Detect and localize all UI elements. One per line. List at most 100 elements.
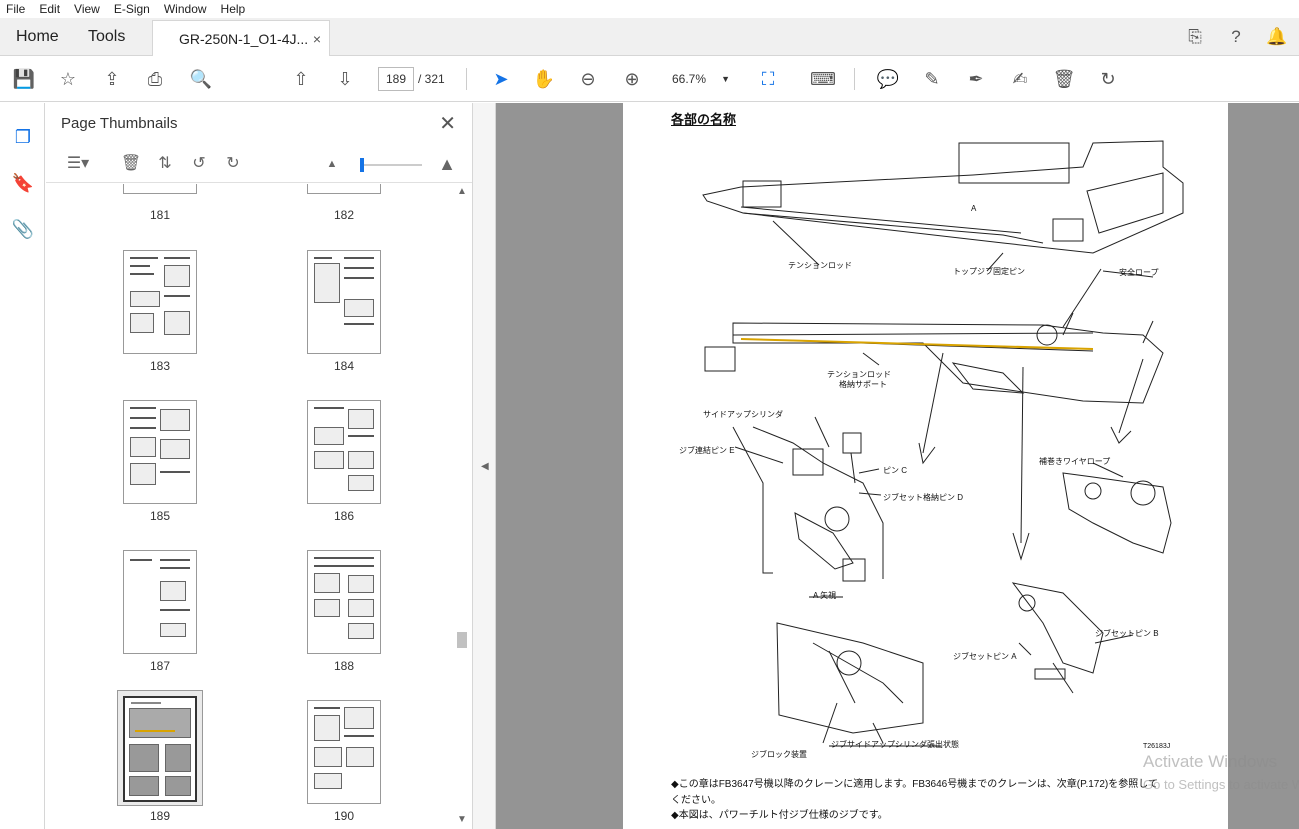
highlight-pen-icon[interactable]: ✎ [920,67,944,91]
edit-document-icon[interactable]: ✍ [1008,67,1032,91]
attachments-paperclip-icon[interactable]: 📎 [11,217,35,241]
zoom-in-icon[interactable]: ⊕ [620,67,644,91]
label-jib-set-pin-b: ジブセットピン B [1095,629,1159,638]
chevron-down-icon: ▼ [721,74,730,84]
thumbnail-page-selected[interactable] [123,696,197,802]
document-viewer: 各部の名称 テンションロッド トップジブ固定ピン 安全ロープ A テンションロッ… [496,103,1299,829]
sign-pen-icon[interactable]: ✒ [964,67,988,91]
document-tab-label: GR-250N-1_O1-4J... [179,31,309,47]
thumbnail-page[interactable] [307,250,381,354]
crane-diagram [702,140,1184,747]
menu-file[interactable]: File [6,2,25,16]
bookmark-star-icon[interactable]: ☆ [56,67,80,91]
thumbnail-page[interactable] [123,550,197,654]
close-panel-icon[interactable]: ✕ [439,111,456,136]
thumbnail-larger-icon[interactable]: ▲ [436,153,458,175]
label-cylinder-extended: ジブサイドアップシリンダ張出状態 [831,740,959,749]
thumbnail-page[interactable] [307,400,381,504]
label-jib-set-pin-d: ジブセット格納ピン D [883,493,963,502]
label-jib-pin-e: ジブ連結ピン E [679,446,735,455]
scrollbar-thumb[interactable] [457,632,467,648]
label-safety-rope: 安全ロープ [1119,268,1159,277]
menu-help[interactable]: Help [221,2,246,16]
tab-tools[interactable]: Tools [88,18,125,56]
page-thumbnails-icon[interactable]: ❐ [11,125,35,149]
document-page: 各部の名称 テンションロッド トップジブ固定ピン 安全ロープ A テンションロッ… [623,103,1228,829]
page-number-input[interactable]: 189 [378,67,414,91]
panel-splitter[interactable]: ◀ [472,103,496,829]
label-arrow-a: A [971,204,977,213]
note-line-3: ◆本図は、パワーチルト付ジブ仕様のジブです。 [671,810,888,821]
print-icon[interactable]: ⎙ [143,67,167,91]
slider-knob[interactable] [360,158,364,172]
delete-page-icon[interactable]: 🗑 [120,153,142,175]
save-icon[interactable]: 💾 [12,67,36,91]
thumbnail-label: 183 [149,359,171,373]
menu-esign[interactable]: E-Sign [114,2,150,16]
close-tab-icon[interactable]: × [313,21,321,57]
thumbnail-options-icon[interactable]: ☰▾ [60,153,96,175]
bookmarks-icon[interactable]: 🔖 [11,171,35,195]
menu-view[interactable]: View [74,2,100,16]
thumbnail-page[interactable] [123,250,197,354]
toolbar-divider [466,68,467,90]
rotate-icon[interactable]: ↻ [1096,67,1120,91]
label-jib-lock: ジブロック装置 [751,750,807,759]
thumbnails-panel: Page Thumbnails ✕ ☰▾ 🗑 ⇅ ↺ ↻ ▲ ▲ 181 182… [46,103,472,829]
menu-edit[interactable]: Edit [39,2,60,16]
rotate-right-icon[interactable]: ↻ [222,153,244,175]
thumbnail-page[interactable] [307,700,381,804]
total-pages: / 321 [418,72,445,86]
thumbnail-size-slider[interactable] [360,158,422,172]
left-rail: ❐ 🔖 📎 [0,103,45,829]
zoom-out-icon[interactable]: ⊖ [576,67,600,91]
note-line-1: ◆この章はFB3647号機以降のクレーンに適用します。FB3646号機までのクレ… [671,779,1158,790]
share-screen-icon[interactable]: ⎘ [1184,26,1206,48]
notification-bell-icon[interactable]: 🔔 [1266,26,1288,48]
upload-icon[interactable]: ⇪ [100,67,124,91]
scroll-mode-icon[interactable]: ⌨ [810,67,836,91]
thumbnail-label: 188 [333,659,355,673]
thumbnail-label: 185 [149,509,171,523]
tab-home[interactable]: Home [16,18,59,56]
thumbnail-label: 182 [333,208,355,222]
hand-tool-icon[interactable]: ✋ [532,67,556,91]
label-view-a: A 矢視 [813,591,837,600]
thumbnail-smaller-icon[interactable]: ▲ [321,153,343,175]
collapse-panel-arrow-icon[interactable]: ◀ [481,461,489,472]
fit-page-icon[interactable]: ⛶ [756,67,780,91]
search-zoom-icon[interactable]: 🔍 [189,67,213,91]
menu-window[interactable]: Window [164,2,207,16]
thumbnail-page[interactable] [123,184,197,194]
thumbnail-list: 181 182 183 184 185 186 187 188 189 190 [46,184,456,829]
viewer-right-margin [1230,103,1299,829]
thumbnail-label: 187 [149,659,171,673]
zoom-level-value: 66.7% [672,72,707,86]
previous-page-icon[interactable]: ⇧ [289,67,313,91]
zoom-level-dropdown[interactable]: 66.7% ▼ [664,67,736,91]
scroll-down-arrow-icon[interactable]: ▼ [457,814,467,825]
label-tension-rod-support-2: 格納サポート [839,380,887,389]
next-page-icon[interactable]: ⇩ [333,67,357,91]
tab-bar: Home Tools GR-250N-1_O1-4J... × ⎘ ? 🔔 [0,18,1299,57]
comment-icon[interactable]: 💬 [876,67,900,91]
figure-code: T26183J [1143,743,1171,750]
select-cursor-icon[interactable]: ➤ [489,67,513,91]
thumbnail-page[interactable] [123,400,197,504]
thumbnail-page[interactable] [307,550,381,654]
scroll-up-arrow-icon[interactable]: ▲ [457,186,467,197]
thumbnail-page[interactable] [307,184,381,194]
thumbnail-label: 184 [333,359,355,373]
rotate-left-icon[interactable]: ↺ [188,153,210,175]
tab-document[interactable]: GR-250N-1_O1-4J... × [152,20,330,57]
note-line-2: ください。 [671,795,721,806]
label-aux-wire-rope: 補巻きワイヤロープ [1039,457,1111,466]
label-pin-c: ピン C [883,466,907,475]
thumbnail-label: 181 [149,208,171,222]
menu-bar: File Edit View E-Sign Window Help [0,0,1299,18]
delete-trash-icon[interactable]: 🗑 [1052,67,1076,91]
thumbnail-scrollbar[interactable]: ▲ ▼ [454,184,470,829]
insert-page-icon[interactable]: ⇅ [154,153,176,175]
help-icon[interactable]: ? [1225,26,1247,48]
label-jib-set-pin-a: ジブセットピン A [953,652,1017,661]
